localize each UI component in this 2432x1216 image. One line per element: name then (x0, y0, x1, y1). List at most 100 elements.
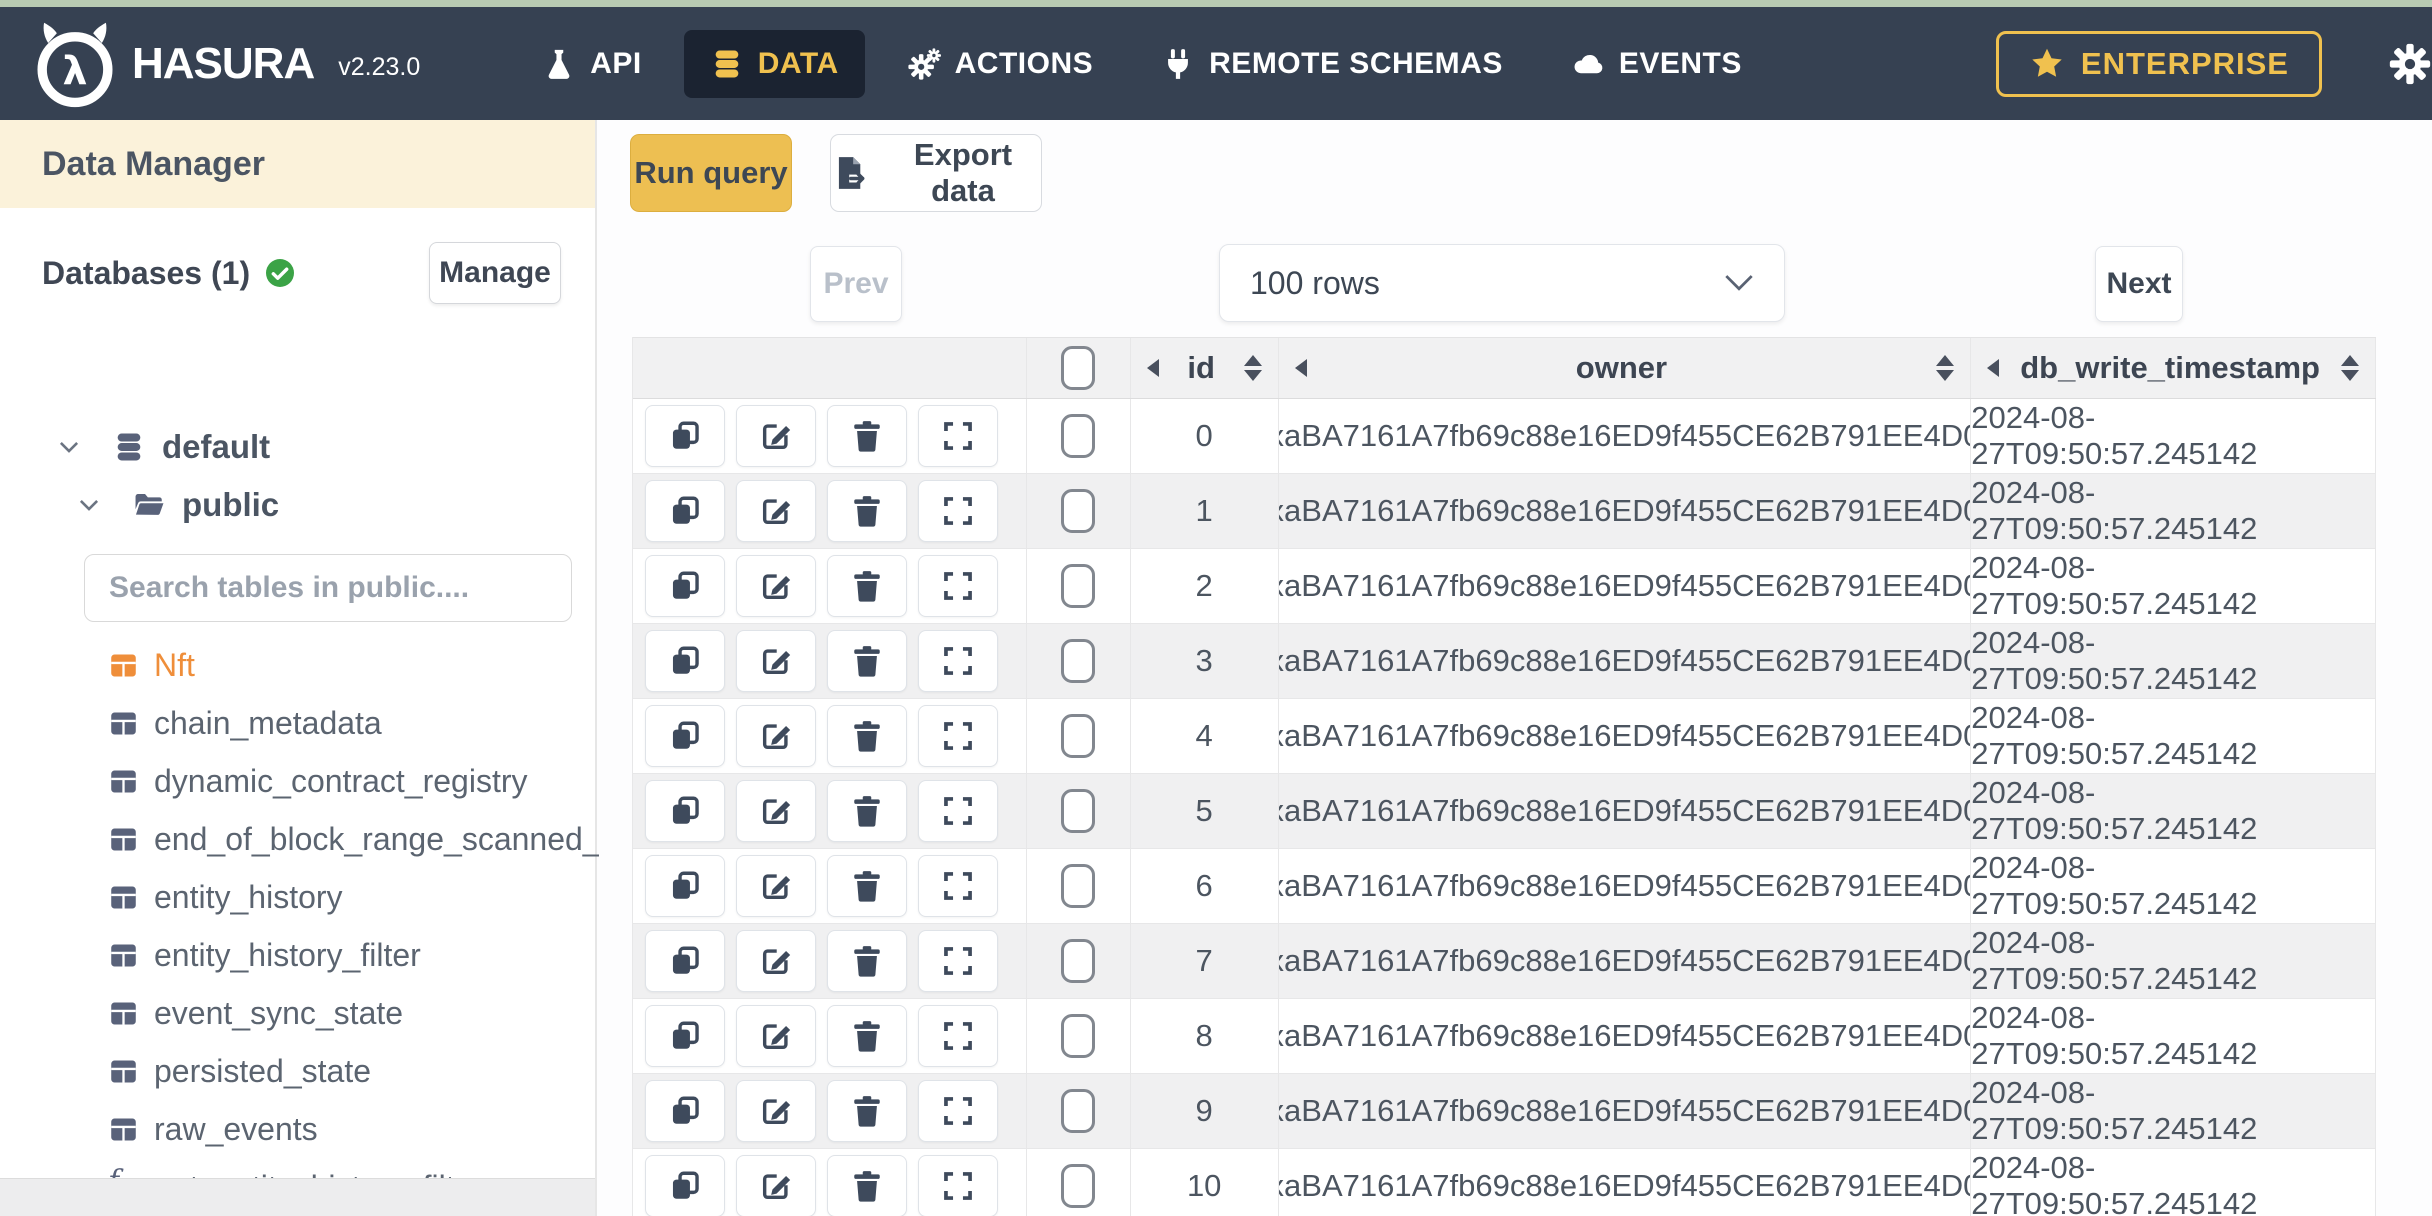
delete-row-button[interactable] (827, 1005, 907, 1067)
expand-row-button[interactable] (918, 930, 998, 992)
delete-row-button[interactable] (827, 405, 907, 467)
edit-row-button[interactable] (736, 855, 816, 917)
delete-row-button[interactable] (827, 480, 907, 542)
edit-row-button[interactable] (736, 1005, 816, 1067)
expand-row-button[interactable] (918, 855, 998, 917)
next-page-button[interactable]: Next (2095, 246, 2183, 322)
select-all-checkbox[interactable] (1061, 346, 1096, 390)
header-db-write-timestamp[interactable]: db_write_timestamp (1971, 338, 2376, 398)
expand-row-button[interactable] (918, 780, 998, 842)
clone-row-button[interactable] (645, 780, 725, 842)
delete-row-button[interactable] (827, 1155, 907, 1216)
sidebar-title[interactable]: Data Manager (0, 120, 595, 208)
hasura-logo-icon[interactable]: λ (30, 16, 120, 112)
edit-row-button[interactable] (736, 405, 816, 467)
table-icon (108, 1056, 139, 1087)
clone-row-button[interactable] (645, 930, 725, 992)
row-checkbox[interactable] (1061, 639, 1096, 683)
delete-row-button[interactable] (827, 555, 907, 617)
expand-row-button[interactable] (918, 1005, 998, 1067)
header-id[interactable]: id (1131, 338, 1279, 398)
expand-row-button[interactable] (918, 1155, 998, 1216)
edit-row-button[interactable] (736, 705, 816, 767)
expand-row-button[interactable] (918, 405, 998, 467)
nav-item-actions[interactable]: ACTIONS (881, 30, 1120, 98)
clone-row-button[interactable] (645, 855, 725, 917)
row-checkbox[interactable] (1061, 939, 1096, 983)
edit-row-button[interactable] (736, 630, 816, 692)
row-checkbox[interactable] (1061, 714, 1096, 758)
run-query-button[interactable]: Run query (630, 134, 792, 212)
chevron-down-icon[interactable] (56, 434, 82, 460)
export-data-button[interactable]: Export data (830, 134, 1042, 212)
edit-row-button[interactable] (736, 480, 816, 542)
clone-row-button[interactable] (645, 705, 725, 767)
nav-item-remote-schemas[interactable]: REMOTE SCHEMAS (1135, 30, 1529, 98)
clone-row-button[interactable] (645, 555, 725, 617)
row-checkbox[interactable] (1061, 1089, 1096, 1133)
row-checkbox[interactable] (1061, 564, 1096, 608)
delete-row-button[interactable] (827, 855, 907, 917)
nav-item-data[interactable]: DATA (683, 29, 865, 98)
row-checkbox[interactable] (1061, 789, 1096, 833)
sidebar-table-item[interactable]: ƒx Nft (0, 636, 595, 694)
row-checkbox[interactable] (1061, 1014, 1096, 1058)
chevron-down-icon[interactable] (76, 492, 102, 518)
delete-row-button[interactable] (827, 630, 907, 692)
clone-row-button[interactable] (645, 480, 725, 542)
tables-list: ƒx Nft ƒx chain_metadata ƒx dynamic_cont… (0, 636, 663, 1216)
row-actions (633, 474, 1027, 548)
sort-icon[interactable] (1936, 355, 1955, 381)
tree-node-schema-public[interactable]: public (76, 486, 279, 524)
header-owner[interactable]: owner (1279, 338, 1972, 398)
clone-row-button[interactable] (645, 1005, 725, 1067)
delete-row-button[interactable] (827, 780, 907, 842)
sidebar-table-item[interactable]: ƒx raw_events (0, 1100, 595, 1158)
edit-row-button[interactable] (736, 555, 816, 617)
sidebar-table-item[interactable]: ƒx dynamic_contract_registry (0, 752, 595, 810)
expand-row-button[interactable] (918, 555, 998, 617)
expand-row-button[interactable] (918, 705, 998, 767)
tree-node-database-default[interactable]: default (56, 428, 270, 466)
nav-item-events[interactable]: EVENTS (1545, 30, 1768, 98)
row-checkbox[interactable] (1061, 864, 1096, 908)
manage-button[interactable]: Manage (429, 242, 561, 304)
sort-icon[interactable] (2340, 355, 2359, 381)
edit-row-button[interactable] (736, 930, 816, 992)
rows-per-page-select[interactable]: 100 rows (1219, 244, 1785, 322)
delete-row-button[interactable] (827, 930, 907, 992)
prev-page-button[interactable]: Prev (810, 246, 902, 322)
enterprise-button[interactable]: ENTERPRISE (1995, 30, 2322, 97)
clone-row-button[interactable] (645, 630, 725, 692)
collapse-column-icon[interactable] (1987, 359, 2000, 377)
delete-row-button[interactable] (827, 705, 907, 767)
edit-row-button[interactable] (736, 1080, 816, 1142)
trash-icon (854, 1171, 880, 1202)
delete-row-button[interactable] (827, 1080, 907, 1142)
settings-gear-icon[interactable] (2388, 42, 2432, 86)
sidebar-table-item[interactable]: ƒx end_of_block_range_scanned_data (0, 810, 663, 868)
edit-row-button[interactable] (736, 780, 816, 842)
databases-row: Databases (1) Manage (42, 242, 561, 304)
collapse-column-icon[interactable] (1294, 359, 1307, 377)
row-checkbox[interactable] (1061, 1164, 1096, 1208)
expand-row-button[interactable] (918, 1080, 998, 1142)
row-checkbox[interactable] (1061, 489, 1096, 533)
collapse-column-icon[interactable] (1146, 359, 1159, 377)
expand-row-button[interactable] (918, 480, 998, 542)
search-tables-input[interactable] (84, 554, 572, 622)
sidebar-table-item[interactable]: ƒx event_sync_state (0, 984, 595, 1042)
nav-item-api[interactable]: API (516, 30, 668, 98)
clone-row-button[interactable] (645, 405, 725, 467)
top-navbar: λ HASURA v2.23.0 API DATA ACTIONS REMOTE… (0, 7, 2432, 120)
edit-row-button[interactable] (736, 1155, 816, 1216)
sidebar-table-item[interactable]: ƒx chain_metadata (0, 694, 595, 752)
clone-row-button[interactable] (645, 1080, 725, 1142)
row-checkbox[interactable] (1061, 414, 1096, 458)
clone-row-button[interactable] (645, 1155, 725, 1216)
sidebar-table-item[interactable]: ƒx persisted_state (0, 1042, 595, 1100)
expand-row-button[interactable] (918, 630, 998, 692)
sort-icon[interactable] (1243, 355, 1262, 381)
sidebar-table-item[interactable]: ƒx entity_history_filter (0, 926, 595, 984)
sidebar-table-item[interactable]: ƒx entity_history (0, 868, 595, 926)
